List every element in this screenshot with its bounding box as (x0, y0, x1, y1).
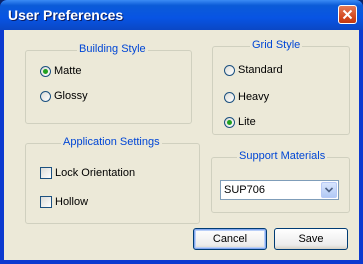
radio-checked[interactable] (40, 65, 51, 77)
building-style-matte[interactable]: Matte (40, 65, 82, 77)
grid-style-standard[interactable]: Standard (224, 64, 283, 76)
option-label: Standard (238, 64, 283, 76)
select-value: SUP706 (224, 184, 265, 196)
option-label: Lock Orientation (55, 167, 136, 179)
grid-style-title: Grid Style (250, 39, 303, 51)
cancel-button[interactable]: Cancel (193, 228, 267, 250)
dropdown-button[interactable] (321, 182, 337, 198)
option-label: Heavy (238, 91, 270, 103)
support-materials-select[interactable]: SUP706 (220, 180, 339, 200)
dialog-body: Building Style Matte Glossy Grid Style S… (4, 30, 359, 260)
building-style-title: Building Style (77, 43, 148, 55)
lock-orientation-checkbox[interactable]: Lock Orientation (40, 167, 135, 179)
building-style-group: Building Style (25, 43, 192, 124)
radio[interactable] (224, 91, 235, 103)
title-bar[interactable]: User Preferences (0, 0, 363, 30)
radio-checked[interactable] (224, 116, 235, 128)
grid-style-lite[interactable]: Lite (224, 116, 256, 128)
checkbox[interactable] (40, 196, 52, 208)
window-title: User Preferences (8, 7, 124, 23)
save-button[interactable]: Save (274, 228, 348, 250)
hollow-checkbox[interactable]: Hollow (40, 196, 88, 208)
option-label: Matte (54, 65, 82, 77)
checkbox[interactable] (40, 167, 52, 179)
option-label: Hollow (55, 196, 89, 208)
application-settings-group: Application Settings (25, 136, 200, 224)
close-icon (342, 9, 353, 20)
chevron-down-icon (325, 187, 333, 193)
preferences-window: User Preferences Building Style Matte Gl… (0, 0, 363, 264)
option-label: Lite (238, 116, 256, 128)
radio[interactable] (40, 90, 51, 102)
option-label: Glossy (54, 90, 88, 102)
application-settings-title: Application Settings (61, 136, 162, 148)
close-button[interactable] (338, 5, 357, 24)
support-materials-title: Support Materials (237, 150, 328, 162)
radio[interactable] (224, 64, 235, 76)
grid-style-heavy[interactable]: Heavy (224, 91, 269, 103)
building-style-glossy[interactable]: Glossy (40, 90, 88, 102)
